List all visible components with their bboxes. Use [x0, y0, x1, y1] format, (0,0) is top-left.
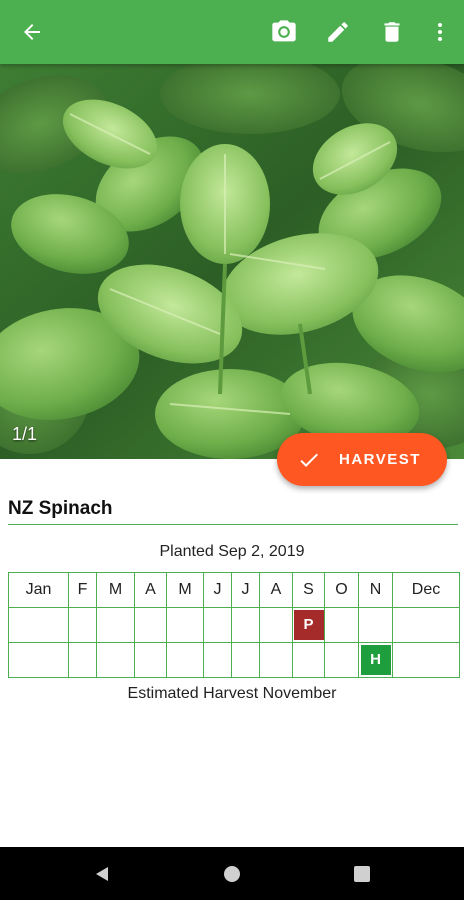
- calendar-planted-row: P: [8, 607, 460, 643]
- trash-icon: [384, 22, 400, 42]
- month-cell: Jan: [8, 572, 69, 608]
- calendar-cell: [68, 607, 97, 643]
- calendar-cell: [231, 607, 260, 643]
- calendar-cell: [68, 642, 97, 678]
- square-recents-icon: [354, 865, 370, 882]
- calendar-cell: [259, 607, 293, 643]
- calendar-cell: [96, 607, 135, 643]
- more-options-button[interactable]: [416, 0, 464, 64]
- nav-recents-button[interactable]: [332, 847, 392, 900]
- camera-icon: [272, 20, 296, 42]
- month-cell: A: [134, 572, 167, 608]
- spinach-leaves-image: [0, 64, 464, 459]
- calendar-harvest-row: H: [8, 642, 460, 678]
- calendar-cell: [392, 607, 460, 643]
- calendar-cell: [134, 642, 167, 678]
- calendar-cell: H: [358, 642, 393, 678]
- arrow-left-icon: [24, 24, 40, 40]
- month-cell: M: [96, 572, 135, 608]
- circle-home-icon: [224, 865, 240, 882]
- calendar-cell: [231, 642, 260, 678]
- calendar-cell: [203, 607, 232, 643]
- season-calendar: Jan F M A M J J A S O N Dec P H: [8, 572, 460, 678]
- camera-button[interactable]: [260, 0, 308, 64]
- calendar-cell: [166, 607, 204, 643]
- calendar-cell: [8, 607, 69, 643]
- delete-button[interactable]: [368, 0, 416, 64]
- calendar-cell: [392, 642, 460, 678]
- harvest-button[interactable]: HARVEST: [277, 433, 447, 486]
- calendar-cell: [8, 642, 69, 678]
- calendar-cell: [259, 642, 293, 678]
- back-button[interactable]: [8, 0, 56, 64]
- month-cell: S: [292, 572, 325, 608]
- more-vert-icon: [438, 23, 442, 41]
- edit-button[interactable]: [314, 0, 362, 64]
- calendar-cell: [292, 642, 325, 678]
- month-cell: N: [358, 572, 393, 608]
- photo-counter: 1/1: [12, 424, 38, 444]
- system-nav-bar: [0, 847, 464, 900]
- calendar-cell: [134, 607, 167, 643]
- name-divider: [8, 524, 458, 525]
- month-cell: A: [259, 572, 293, 608]
- planted-marker: P: [293, 610, 324, 640]
- plant-name: NZ Spinach: [8, 498, 113, 519]
- calendar-cell: [96, 642, 135, 678]
- month-cell: O: [324, 572, 359, 608]
- month-cell: J: [231, 572, 260, 608]
- nav-back-button[interactable]: [72, 847, 132, 900]
- month-cell: F: [68, 572, 97, 608]
- app-bar: [0, 0, 464, 64]
- planted-date: Planted Sep 2, 2019: [159, 543, 305, 560]
- harvest-button-label: HARVEST: [339, 451, 421, 468]
- plant-photo[interactable]: [0, 64, 464, 459]
- month-cell: J: [203, 572, 232, 608]
- calendar-cell: P: [292, 607, 325, 643]
- harvest-marker: H: [360, 645, 391, 675]
- month-cell: M: [166, 572, 204, 608]
- month-cell: Dec: [392, 572, 460, 608]
- estimated-harvest: Estimated Harvest November: [127, 685, 337, 702]
- calendar-cell: [203, 642, 232, 678]
- calendar-cell: [166, 642, 204, 678]
- calendar-cell: [324, 642, 359, 678]
- triangle-back-icon: [96, 866, 108, 881]
- nav-home-button[interactable]: [202, 847, 262, 900]
- calendar-cell: [358, 607, 393, 643]
- calendar-months-row: Jan F M A M J J A S O N Dec: [8, 572, 460, 608]
- calendar-cell: [324, 607, 359, 643]
- pencil-icon: [328, 22, 348, 42]
- check-icon: [300, 453, 318, 467]
